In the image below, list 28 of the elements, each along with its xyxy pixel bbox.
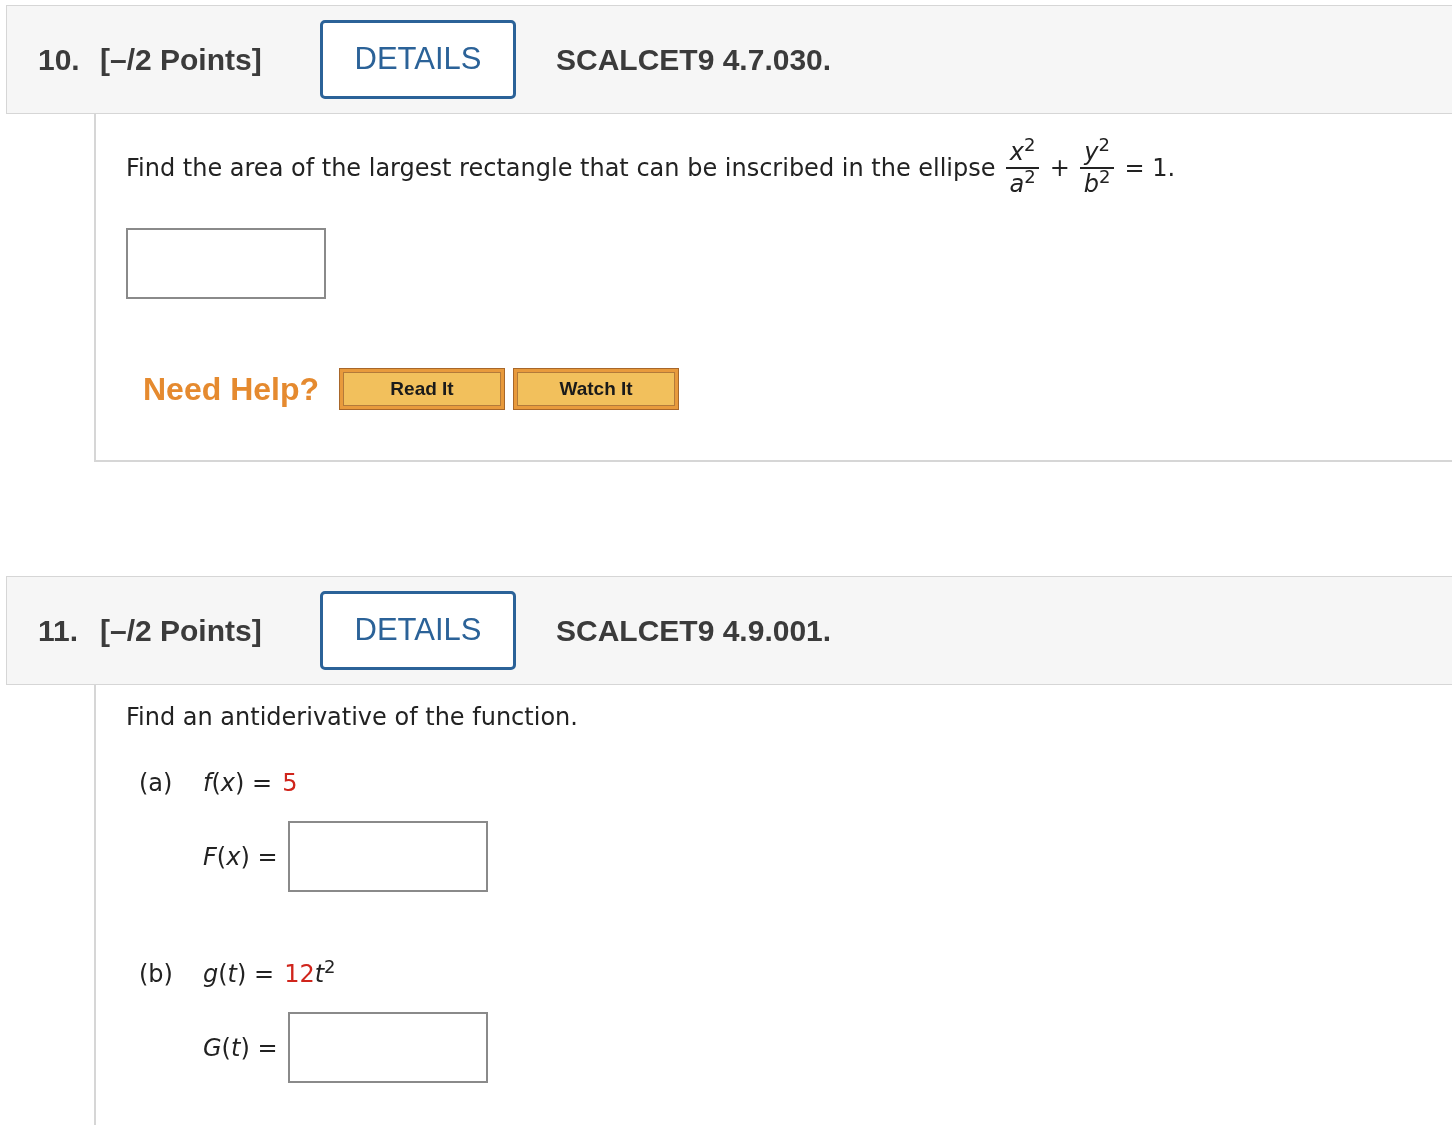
fraction: y$^{2}$ b$^{2}$ [1079, 137, 1115, 199]
answer-field[interactable] [126, 228, 326, 299]
question-number: 11. [38, 613, 80, 649]
function-label: f(x) = [203, 768, 273, 799]
question-text: Find the area of the largest rectangle that can be inscribed in the ellipse [126, 153, 996, 184]
details-button[interactable]: DETAILS [320, 20, 516, 99]
answer-label: F(x) = [203, 841, 278, 873]
equation-rhs: = 1. [1124, 153, 1176, 184]
fraction: x$^{2}$ a$^{2}$ [1005, 137, 1040, 199]
points-label: [–/2 Points] [100, 613, 263, 649]
question-text: Find an antiderivative of the function. [126, 702, 579, 733]
part-label: (b) [139, 959, 174, 990]
answer-field[interactable] [287, 821, 488, 892]
help-button[interactable]: Watch It [513, 368, 680, 410]
answer-label: G(t) = [203, 1032, 278, 1064]
plus-sign: + [1049, 153, 1070, 184]
details-button[interactable]: DETAILS [320, 591, 516, 670]
question-code: SCALCET9 4.9.001. [556, 613, 832, 649]
function-value: 12t$^{2}$ [284, 956, 336, 990]
function-value: 5 [282, 768, 298, 799]
need-help-label: Need Help? [143, 370, 320, 409]
points-label: [–/2 Points] [100, 42, 263, 78]
function-label: g(t) = [203, 959, 275, 990]
part-label: (a) [139, 768, 174, 799]
help-button[interactable]: Read It [339, 368, 506, 410]
question-code: SCALCET9 4.7.030. [556, 42, 832, 78]
answer-field[interactable] [287, 1012, 488, 1083]
question-number: 10. [38, 42, 81, 78]
